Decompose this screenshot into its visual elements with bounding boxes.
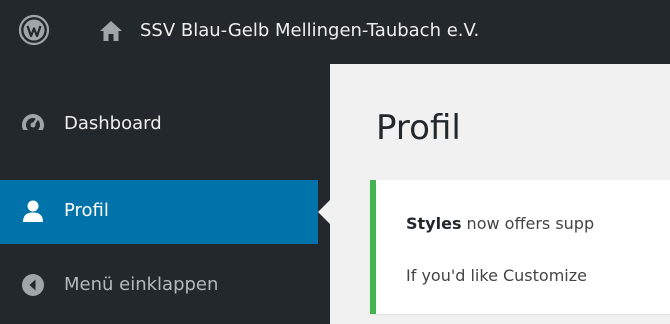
update-notice: Styles now offers supp If you'd like Cus…	[370, 180, 670, 314]
user-icon	[23, 200, 43, 222]
notice-line-1: Styles now offers supp	[406, 214, 594, 233]
admin-bar: SSV Blau-Gelb Mellingen-Taubach e.V.	[0, 0, 670, 64]
collapse-menu-button[interactable]: Menü einklappen	[0, 254, 330, 314]
notice-strong-text: Styles	[406, 214, 462, 233]
sidebar-item-label: Menü einklappen	[64, 274, 219, 295]
sidebar-item-dashboard[interactable]: Dashboard	[0, 94, 330, 154]
notice-line-2: If you'd like Customize	[406, 266, 587, 285]
collapse-icon	[22, 274, 44, 296]
notice-line-1-rest: now offers supp	[461, 214, 595, 233]
active-pointer	[318, 200, 330, 224]
admin-sidebar: Dashboard Profil Menü einklappen	[0, 64, 330, 324]
sidebar-item-label: Dashboard	[64, 113, 162, 134]
page-title: Profil	[376, 108, 461, 148]
sidebar-item-label: Profil	[64, 200, 109, 221]
site-name-link[interactable]: SSV Blau-Gelb Mellingen-Taubach e.V.	[140, 18, 479, 44]
sidebar-item-profil[interactable]: Profil	[0, 180, 330, 244]
dashboard-icon	[22, 114, 44, 136]
home-icon[interactable]	[98, 18, 124, 44]
main-content: Profil Styles now offers supp If you'd l…	[330, 64, 670, 324]
wordpress-logo-icon[interactable]	[18, 14, 50, 46]
